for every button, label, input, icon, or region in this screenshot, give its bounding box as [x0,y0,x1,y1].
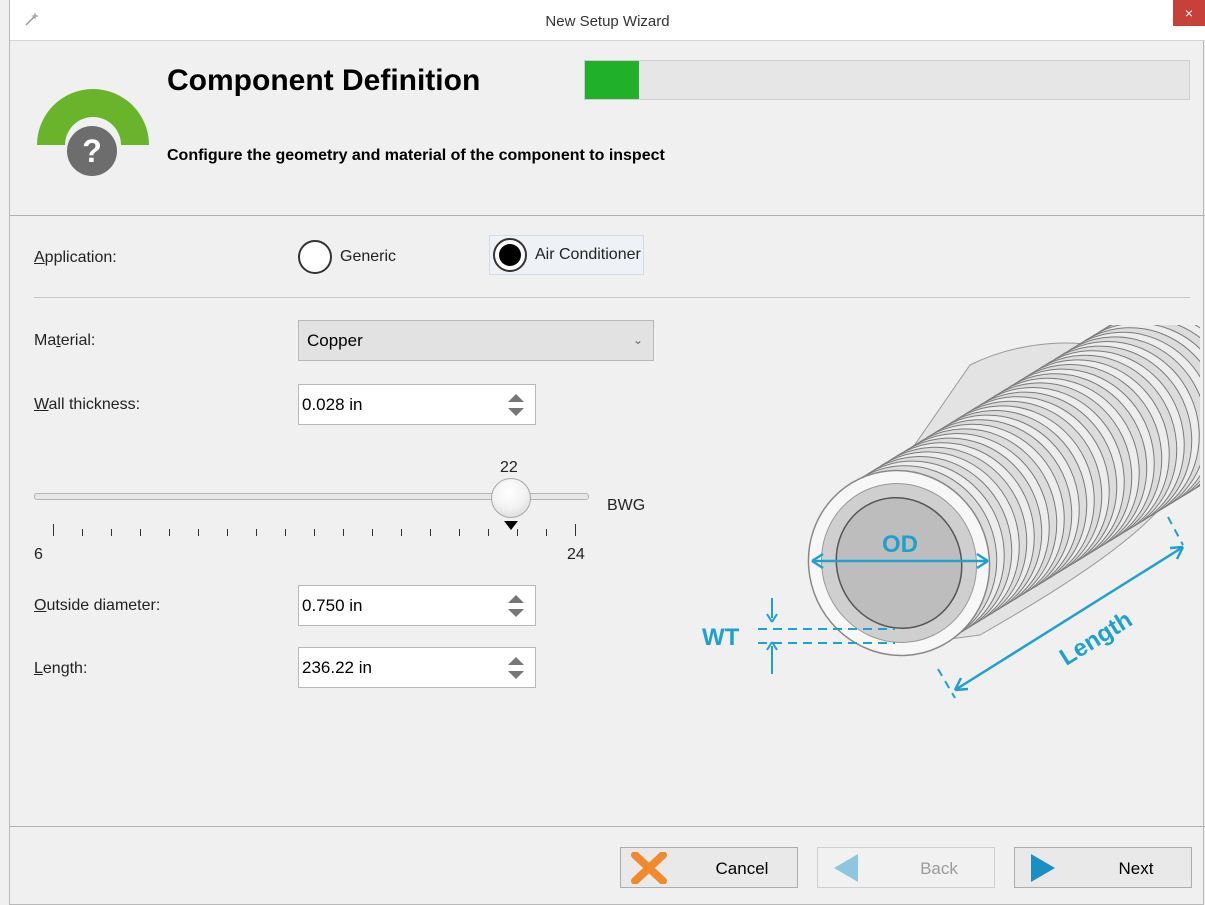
next-button[interactable]: Next [1014,847,1192,888]
next-label: Next [1118,859,1154,878]
title-bar: New Setup Wizard × [10,0,1205,41]
header-divider [10,215,1205,216]
cancel-x-icon [631,852,667,884]
radio-generic-label: Generic [340,248,397,265]
spin-arrows-icon[interactable] [505,390,527,420]
radio-generic[interactable]: Generic [298,240,396,274]
bwg-max-label: 24 [567,546,585,563]
slider-tick [314,529,315,536]
slider-tick [285,529,286,536]
next-arrow-icon [1031,854,1055,882]
radio-generic-circle[interactable] [298,240,332,274]
slider-tick [517,529,518,536]
footer-divider [10,826,1205,827]
back-label: Back [920,859,958,878]
window-title: New Setup Wizard [545,13,670,30]
slider-tick [140,529,141,536]
progress-fill [585,61,640,99]
radio-air-conditioner-circle[interactable] [493,238,527,272]
slider-tick [430,529,431,536]
radio-air-conditioner[interactable]: Air Conditioner [489,235,644,275]
slider-tick [401,529,402,536]
slider-tick [372,529,373,536]
cancel-label: Cancel [715,859,769,878]
slider-tick [82,529,83,536]
svg-text:?: ? [82,133,102,169]
wall-thickness-value: 0.028 in [302,395,363,414]
application-label: Application: [34,249,117,266]
page-title: Component Definition [167,64,481,97]
wizard-progress-bar [584,60,1190,100]
slider-tick [575,524,576,536]
slider-tick [53,524,54,536]
outside-diameter-label: Outside diameter: [34,597,161,614]
slider-tick [256,529,257,536]
slider-tick [343,529,344,536]
outside-diameter-value: 0.750 in [302,596,363,615]
bwg-unit-label: BWG [607,497,646,514]
slider-tick [169,529,170,536]
od-label: OD [882,531,918,558]
chevron-down-icon: ⌄ [632,333,643,347]
material-label: Material: [34,332,96,349]
slider-pointer-icon [504,521,518,530]
bwg-min-label: 6 [34,546,43,563]
back-arrow-icon [834,854,858,882]
page-subtitle: Configure the geometry and material of t… [167,147,665,164]
spin-arrows-icon[interactable] [505,653,527,683]
wt-label: WT [702,624,740,651]
length-value: 236.22 in [302,658,372,677]
tube-diagram: OD WT Length [702,325,1200,699]
back-button[interactable]: Back [817,847,995,888]
wall-thickness-label: Wall thickness: [34,396,141,413]
slider-tick [546,529,547,536]
close-button[interactable]: × [1173,0,1205,26]
material-select-value: Copper [307,331,363,350]
bwg-slider-thumb[interactable] [491,478,531,518]
length-label: Length: [34,660,88,677]
wizard-window: New Setup Wizard × ? Component Definitio… [9,0,1205,905]
length-stepper[interactable]: 236.22 in [298,647,536,688]
outside-diameter-stepper[interactable]: 0.750 in [298,585,536,626]
wall-thickness-stepper[interactable]: 0.028 in [298,384,536,425]
help-logo-icon: ? [37,89,149,176]
application-divider [34,297,1190,298]
spin-arrows-icon[interactable] [505,591,527,621]
material-select[interactable]: Copper ⌄ [298,320,654,361]
radio-air-conditioner-label: Air Conditioner [535,246,641,263]
slider-tick [227,529,228,536]
cancel-button[interactable]: Cancel [620,847,798,888]
slider-tick [198,529,199,536]
slider-tick [459,529,460,536]
slider-tick [488,529,489,536]
bwg-slider-value: 22 [500,459,518,476]
slider-tick [111,529,112,536]
length-diagram-label: Length [1055,606,1137,671]
